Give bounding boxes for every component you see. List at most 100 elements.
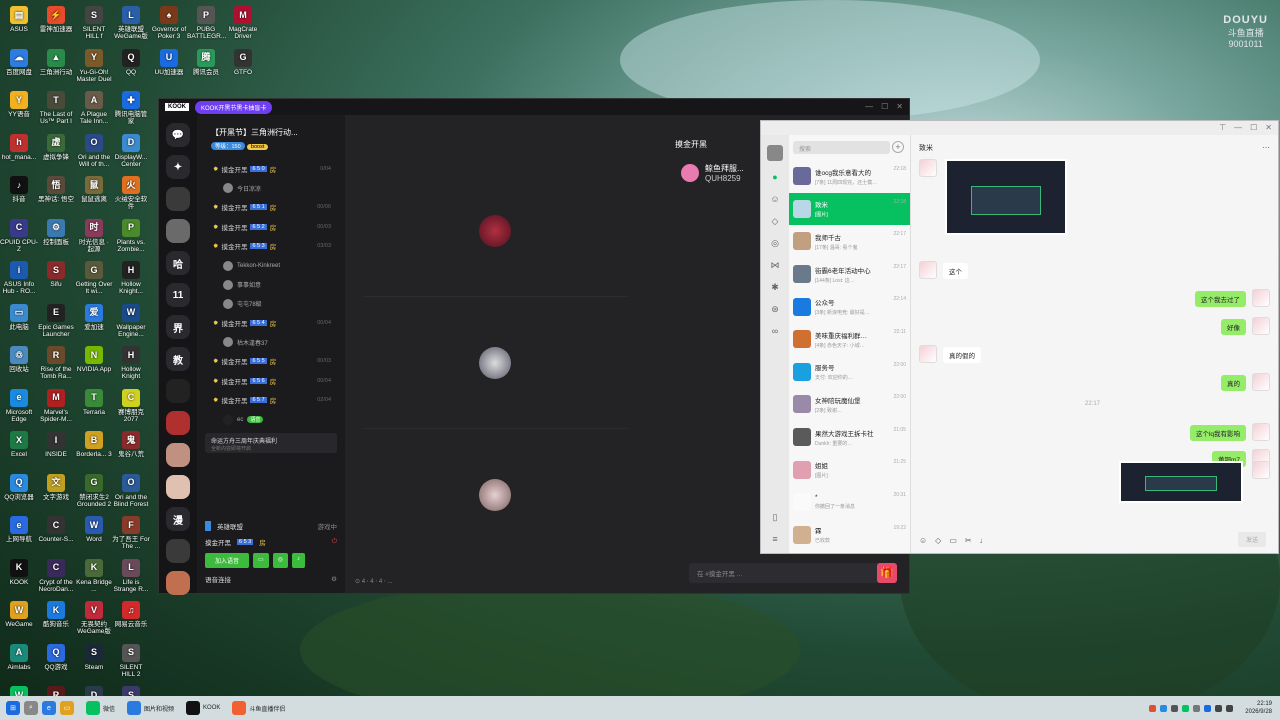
minimize-icon[interactable]: — [865, 102, 873, 111]
server-icon[interactable]: 界 [166, 315, 190, 339]
desktop-icon[interactable]: I INSIDE [37, 429, 75, 458]
server-icon[interactable] [166, 571, 190, 595]
conversation-item[interactable]: 女神陪玩魔仙堡 [2条] 致谢… 22:00 [789, 388, 910, 421]
phone-icon[interactable]: ▯ [769, 511, 781, 523]
desktop-icon[interactable]: W WeGame [0, 599, 38, 628]
desktop-icon[interactable]: B Borderla... 3 [75, 429, 113, 458]
desktop-icon[interactable]: 文文字游戏 [37, 472, 75, 501]
desktop-icon[interactable]: ✚ 腾讯电脑管家 [112, 89, 150, 125]
desktop-icon[interactable]: ♪ 抖音 [0, 174, 38, 203]
message-bubble[interactable]: 真的 [1221, 375, 1246, 391]
moments-icon[interactable]: ◎ [769, 237, 781, 249]
mini-program-icon[interactable]: ⊛ [769, 303, 781, 315]
server-icon[interactable] [166, 475, 190, 499]
desktop-icon[interactable]: W Word [75, 514, 113, 543]
desktop-icon[interactable]: V 无畏契约 WeGame版 [75, 599, 113, 635]
desktop-icon[interactable]: P PUBG BATTLEGR... [187, 4, 226, 40]
desktop-icon[interactable]: L Life is Strange R... [112, 557, 150, 593]
desktop-icon[interactable]: G GTFO [224, 47, 262, 76]
share-button[interactable]: ◎ [272, 553, 288, 568]
channel-member[interactable]: 今日凉凉 [213, 179, 345, 198]
voice-channel[interactable]: ✸ 摸金开黑 6 5 3 房 03/03 [213, 237, 345, 257]
chat-more-icon[interactable]: ⋯ [1262, 143, 1270, 152]
tray-icon[interactable] [1149, 704, 1157, 712]
pin-icon[interactable]: ⊤ [1219, 123, 1226, 132]
favorites-icon[interactable]: ◇ [769, 215, 781, 227]
desktop-icon[interactable]: S Sifu [37, 259, 75, 288]
channel-header[interactable]: 【开黑节】三角洲行动... 等级：150 boost [197, 115, 345, 155]
channel-member[interactable]: Tekkon-Kinkreet [213, 256, 345, 275]
desktop-icon[interactable]: ⚙ 控制面板 [37, 217, 75, 246]
desktop-icon[interactable]: K 酷狗音乐 [37, 599, 75, 628]
start-icon[interactable]: ⊞ [6, 701, 20, 715]
edge-icon[interactable]: e [42, 701, 56, 715]
voice-channel[interactable]: ✸ 摸金开黑 6 5 0 房 0/04 [213, 159, 345, 179]
maximize-icon[interactable]: ☐ [1250, 123, 1257, 132]
desktop-icon[interactable]: Y Yu-Gi-Oh! Master Duel [75, 47, 113, 83]
desktop-icon[interactable]: 爱爱加速 [75, 302, 113, 331]
message-bubble[interactable]: 这个我去过了 [1195, 291, 1246, 307]
taskbar-app[interactable]: 斗鱼直播伴侣 [228, 701, 289, 715]
taskbar-app[interactable]: 图片和视频 [123, 701, 178, 715]
camera-button[interactable]: ▭ [253, 553, 269, 568]
desktop-icon[interactable]: 腾腾讯会员 [187, 47, 225, 76]
desktop-icon[interactable]: Q QQ [112, 47, 150, 76]
server-icon[interactable]: 11 [166, 283, 190, 307]
message-bubble[interactable]: 真的假的 [943, 347, 981, 363]
voice-tile[interactable] [363, 429, 627, 561]
profile-card[interactable]: 鲸鱼拜服... QUH8259 [681, 163, 744, 183]
image-message[interactable] [1119, 461, 1243, 503]
tray-icon[interactable] [1160, 704, 1168, 712]
member-ec[interactable]: ec 语音 [197, 410, 345, 429]
gift-icon[interactable]: 🎁 [877, 563, 897, 583]
desktop-icon[interactable]: C CPUID CPU-Z [0, 217, 38, 253]
message-bubble[interactable]: 这个lq我有影响 [1189, 425, 1246, 441]
voice-tile[interactable] [363, 297, 627, 429]
join-voice-button[interactable]: 加入语音 [205, 553, 250, 568]
desktop-icon[interactable]: i ASUS Info Hub - RO... [0, 259, 38, 295]
explorer-icon[interactable]: ▭ [60, 701, 74, 715]
search-input[interactable]: 搜索 [793, 141, 890, 154]
server-icon[interactable]: ✦ [166, 155, 190, 179]
desktop-icon[interactable]: 鬼鬼谷八荒 [112, 429, 150, 458]
settings-icon[interactable]: ⚙ [331, 575, 337, 583]
desktop-icon[interactable]: D DisplayW... Center [112, 132, 150, 168]
scissors-icon[interactable]: ✂ [965, 536, 972, 545]
desktop-icon[interactable]: 火火绒安全软件 [112, 174, 150, 210]
minimize-icon[interactable]: — [1234, 123, 1242, 132]
desktop-icon[interactable]: O Ori and the Will of th... [75, 132, 113, 168]
add-icon[interactable]: + [892, 141, 904, 153]
avatar[interactable] [767, 145, 783, 161]
desktop-icon[interactable]: N NVIDIA App [75, 344, 113, 373]
desktop-icon[interactable]: ⚡ 雷神加速器 [37, 4, 75, 33]
voice-channel[interactable]: ✸ 摸金开黑 6 5 4 房 00/04 [213, 313, 345, 333]
desktop-icon[interactable]: ▤ ASUS [0, 4, 38, 33]
desktop-icon[interactable]: h hot_mana... [0, 132, 38, 161]
desktop-icon[interactable]: ♫ 网易云音乐 [112, 599, 150, 628]
maximize-icon[interactable]: ☐ [881, 102, 888, 111]
conversation-item[interactable]: 服务号 支付: 欢迎你的… 22:00 [789, 356, 910, 389]
desktop-icon[interactable]: R Rise of the Tomb Ra... [37, 344, 75, 380]
desktop-icon[interactable]: ♠ Governor of Poker 3 [150, 4, 188, 40]
conversation-item[interactable]: 我师千古 [17条] 温哥: 看个鬼 22:17 [789, 225, 910, 258]
message-bubble[interactable]: 好像 [1221, 319, 1246, 335]
desktop-icon[interactable]: F 为了吾王 For The ... [112, 514, 150, 550]
close-icon[interactable]: ✕ [896, 102, 903, 111]
taskbar-app[interactable]: 微信 [82, 701, 119, 715]
desktop-icon[interactable]: ♲ 回收站 [0, 344, 38, 373]
desktop-icon[interactable]: A Aimlabs [0, 642, 38, 671]
server-icon[interactable]: 漫 [166, 507, 190, 531]
voice-channel[interactable]: ✸ 摸金开黑 6 5 1 房 00/06 [213, 198, 345, 218]
desktop-icon[interactable]: A A Plague Tale Inn... [75, 89, 113, 125]
desktop-icon[interactable]: 悟黑神话: 悟空 [37, 174, 75, 203]
desktop-icon[interactable]: O Ori and the Blind Forest [112, 472, 150, 508]
desktop-icon[interactable]: T The Last of Us™ Part I [37, 89, 75, 125]
taskbar-app[interactable]: KOOK [182, 701, 224, 715]
voice-channel[interactable]: ✸ 摸金开黑 6 5 5 房 00/03 [213, 352, 345, 372]
voice-tile[interactable] [363, 165, 627, 297]
emoji-icon[interactable]: ☺ [919, 536, 927, 545]
voice-icon[interactable]: ♩ [980, 536, 988, 545]
desktop-icon[interactable]: M Marvel's Spider-M... [37, 387, 75, 423]
desktop-icon[interactable]: S SILENT HILL 2 [112, 642, 150, 678]
server-icon[interactable] [166, 539, 190, 563]
